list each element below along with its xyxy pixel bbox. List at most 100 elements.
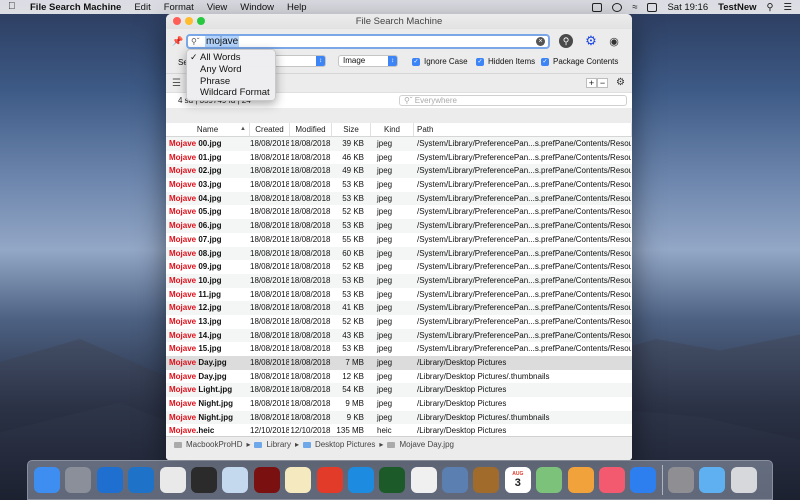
menu-window[interactable]: Window bbox=[240, 2, 274, 13]
table-row[interactable]: Mojave 15.jpg 18/08/2018 18/08/2018 53 KB jp… bbox=[166, 342, 632, 356]
search-input[interactable]: ⚲ˇ mojave × bbox=[186, 34, 550, 49]
table-row[interactable]: Mojave 07.jpg 18/08/2018 18/08/2018 55 KB jp… bbox=[166, 233, 632, 247]
table-row[interactable]: Mojave 04.jpg 18/08/2018 18/08/2018 53 KB jp… bbox=[166, 191, 632, 206]
title-bar[interactable]: File Search Machine bbox=[166, 14, 632, 29]
apple-menu-icon[interactable]:  bbox=[8, 2, 18, 12]
system-preferences-icon[interactable] bbox=[667, 467, 694, 493]
timemachine-icon[interactable] bbox=[612, 2, 623, 12]
menu-item-any-word[interactable]: Any Word bbox=[187, 64, 275, 76]
menu-app-name[interactable]: File Search Machine bbox=[30, 2, 121, 13]
menu-edit[interactable]: Edit bbox=[134, 2, 150, 13]
pin-icon[interactable]: 📌 bbox=[172, 36, 183, 47]
table-row[interactable]: Mojave 14.jpg 18/08/2018 18/08/2018 43 KB jp… bbox=[166, 328, 632, 343]
start-search-button[interactable]: ⚲ bbox=[559, 34, 573, 48]
sync-icon[interactable] bbox=[128, 467, 155, 493]
close-window-button[interactable] bbox=[173, 17, 181, 25]
music-icon[interactable] bbox=[599, 467, 626, 493]
settings-app-icon[interactable] bbox=[347, 467, 374, 493]
remove-location-button[interactable]: − bbox=[597, 78, 608, 88]
clear-search-icon[interactable]: × bbox=[536, 37, 545, 46]
table-row[interactable]: Mojave.heic 12/10/2018 12/10/2018 135 MB hei… bbox=[166, 424, 632, 436]
table-row[interactable]: Mojave 10.jpg 18/08/2018 18/08/2018 53 KB jp… bbox=[166, 273, 632, 288]
notification-center-icon[interactable]: ☰ bbox=[783, 2, 792, 13]
table-row[interactable]: Mojave Day.jpg 18/08/2018 18/08/2018 7 MB jp… bbox=[166, 356, 632, 370]
trash-icon[interactable] bbox=[730, 467, 757, 493]
downloads-folder-icon[interactable] bbox=[699, 467, 726, 493]
table-row[interactable]: Mojave 05.jpg 18/08/2018 18/08/2018 52 KB jp… bbox=[166, 205, 632, 219]
photos-icon[interactable] bbox=[567, 467, 594, 493]
fork-icon[interactable] bbox=[316, 467, 343, 493]
search-icon: ⚲ˇ bbox=[404, 96, 415, 105]
search-value[interactable]: mojave bbox=[205, 36, 240, 47]
wifi-icon[interactable]: ≈ bbox=[632, 2, 637, 13]
menu-item-wildcard-format[interactable]: Wildcard Format bbox=[187, 87, 275, 99]
table-row[interactable]: Mojave 12.jpg 18/08/2018 18/08/2018 41 KB jp… bbox=[166, 301, 632, 315]
table-row[interactable]: Mojave 02.jpg 18/08/2018 18/08/2018 49 KB jp… bbox=[166, 164, 632, 179]
column-header-path[interactable]: Path bbox=[414, 123, 632, 136]
text-app-icon[interactable] bbox=[285, 467, 312, 493]
menu-clock[interactable]: Sat 19:16 bbox=[667, 2, 708, 13]
table-row[interactable]: Mojave 08.jpg 18/08/2018 18/08/2018 60 KB jp… bbox=[166, 246, 632, 261]
exposure-icon[interactable] bbox=[159, 467, 186, 493]
finder-icon[interactable] bbox=[34, 467, 60, 493]
quick-look-eye-icon[interactable]: ◉ bbox=[607, 34, 621, 48]
table-row[interactable]: Mojave 11.jpg 18/08/2018 18/08/2018 53 KB jp… bbox=[166, 288, 632, 302]
launchpad-icon[interactable] bbox=[65, 467, 92, 493]
table-body: Mojave 00.jpg 18/08/2018 18/08/2018 39 KB jp… bbox=[166, 137, 632, 436]
path-segment-file[interactable]: Mojave Day.jpg bbox=[399, 437, 454, 460]
battery-icon[interactable] bbox=[647, 2, 658, 12]
trash-app-icon[interactable] bbox=[253, 467, 280, 493]
table-row[interactable]: Mojave 03.jpg 18/08/2018 18/08/2018 53 KB jp… bbox=[166, 178, 632, 192]
column-header-size[interactable]: Size bbox=[332, 123, 371, 136]
table-row[interactable]: Mojave 01.jpg 18/08/2018 18/08/2018 46 KB jp… bbox=[166, 151, 632, 165]
search-menu-icon[interactable]: ⚲ˇ bbox=[191, 37, 205, 46]
preview-icon[interactable] bbox=[222, 467, 249, 493]
vpn-icon[interactable] bbox=[379, 467, 406, 493]
app-store-icon[interactable] bbox=[630, 467, 657, 493]
add-location-button[interactable]: + bbox=[586, 78, 597, 88]
menu-view[interactable]: View bbox=[207, 2, 227, 13]
table-row[interactable]: Mojave 06.jpg 18/08/2018 18/08/2018 53 KB jp… bbox=[166, 219, 632, 233]
column-header-modified[interactable]: Modified bbox=[290, 123, 332, 136]
table-row[interactable]: Mojave Day.jpg 18/08/2018 18/08/2018 12 KB j… bbox=[166, 370, 632, 384]
menu-help[interactable]: Help bbox=[287, 2, 307, 13]
menu-format[interactable]: Format bbox=[164, 2, 194, 13]
table-row[interactable]: Mojave 09.jpg 18/08/2018 18/08/2018 52 KB jp… bbox=[166, 260, 632, 274]
notebook-icon[interactable] bbox=[473, 467, 500, 493]
compass-icon[interactable] bbox=[410, 467, 437, 493]
table-row[interactable]: Mojave Night.jpg 18/08/2018 18/08/2018 9 KB… bbox=[166, 410, 632, 425]
path-segment-desktop-pictures[interactable]: Desktop Pictures bbox=[315, 437, 375, 460]
calendar-icon[interactable]: AUG 3 bbox=[504, 467, 531, 493]
maps-icon[interactable] bbox=[536, 467, 563, 493]
ignore-case-checkbox[interactable]: ✓ Ignore Case bbox=[412, 57, 468, 66]
cell-kind: jpeg bbox=[377, 248, 393, 258]
recycle-icon[interactable] bbox=[190, 467, 217, 493]
table-row[interactable]: Mojave Night.jpg 18/08/2018 18/08/2018 9 MB… bbox=[166, 397, 632, 411]
hidden-items-checkbox[interactable]: ✓ Hidden Items bbox=[476, 57, 535, 66]
menu-item-all-words[interactable]: ✓ All Words bbox=[187, 52, 275, 64]
path-segment-disk[interactable]: MacbookProHD bbox=[186, 437, 242, 460]
path-segment-library[interactable]: Library bbox=[266, 437, 290, 460]
column-header-kind[interactable]: Kind bbox=[371, 123, 414, 136]
list-icon[interactable]: ☰ bbox=[172, 78, 181, 89]
cell-kind: jpeg bbox=[377, 330, 393, 340]
file-kind-select[interactable]: Image ↕ bbox=[338, 55, 398, 67]
zoom-window-button[interactable] bbox=[197, 17, 205, 25]
cell-created: 18/08/2018 bbox=[250, 166, 290, 176]
menu-item-phrase[interactable]: Phrase bbox=[187, 76, 275, 88]
table-row[interactable]: Mojave Light.jpg 18/08/2018 18/08/2018 54 K… bbox=[166, 383, 632, 398]
file-search-machine-icon[interactable] bbox=[96, 467, 123, 493]
spotlight-icon[interactable]: ⚲ bbox=[767, 2, 774, 13]
table-row[interactable]: Mojave 13.jpg 18/08/2018 18/08/2018 52 KB jp… bbox=[166, 315, 632, 329]
settings-gear-icon[interactable]: ⚙ bbox=[584, 33, 598, 48]
status-app-icon[interactable] bbox=[592, 2, 603, 12]
column-header-created[interactable]: Created bbox=[250, 123, 290, 136]
column-header-name[interactable]: Name ▲ bbox=[166, 123, 250, 136]
table-row[interactable]: Mojave 00.jpg 18/08/2018 18/08/2018 39 KB jp… bbox=[166, 137, 632, 151]
photo-icon[interactable] bbox=[442, 467, 469, 493]
menu-user[interactable]: TestNew bbox=[718, 2, 756, 13]
filter-input[interactable]: ⚲ˇ Everywhere bbox=[399, 95, 627, 106]
minimize-window-button[interactable] bbox=[185, 17, 193, 25]
package-contents-checkbox[interactable]: ✓ Package Contents bbox=[541, 57, 618, 66]
location-gear-icon[interactable]: ⚙ bbox=[616, 77, 625, 88]
